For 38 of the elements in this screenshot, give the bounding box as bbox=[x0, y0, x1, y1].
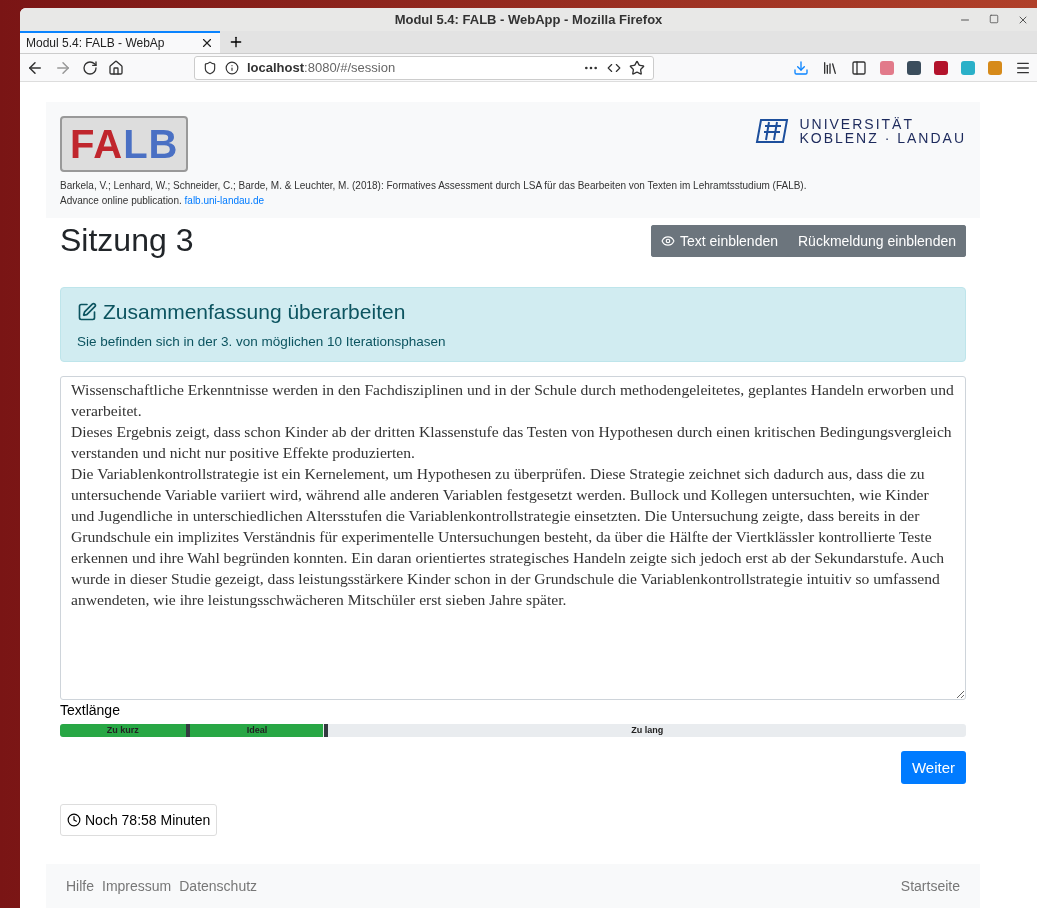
edit-icon bbox=[77, 302, 97, 322]
summary-field[interactable]: Wissenschaftliche Erkenntnisse werden in den Fachdisziplinen und in der Schule durch methodengeleitetes, geplantes Handeln erworben und verarbeitet. Dieses Ergebnis zeigt, dass schon Kinder ab der dritten Klassenstufe das Testen von Hypothesen durch einen kritischen Bedingungsvergleich verstanden und nicht nur positive Effekte produzierten. Die Variablenkontrollstrategie ist ein Kernelement, um Hypothesen zu überprüfen. Diese Strategie zeichnet sich dadurch aus, dass die zu untersuchende Variable variiert wird, während alle anderen Variablen festgesetzt werden. Bullock und Kollegen untersuchten, wie Kinder und Jugendliche in unterschiedlichen Altersstufen die Variablenkontrollstrategie einsetzten. Die Untersuchung zeigte, dass bereits in der Grundschule ein implizites Verständnis für experimentelle Untersuchungen besteht, da über die Hälfte der Viertklässler kontrollierte Teste erkennen und ihre Wahl begründen konnten. Ein daran orientiertes strategisches Handeln zeigte sich jedoch erst ab der Sekundarstufe. Auch wurde in dieser Studie gezeigt, dass leistungsstärkere Kinder schon in der Grundschule die Variablenkontrollstrategie intuitiv so umfassend anwendeten, wie ihre leistungsschwächeren Mitschüler erst sieben Jahre später. bbox=[60, 376, 966, 700]
footer-link[interactable]: Datenschutz bbox=[179, 878, 258, 894]
home-icon[interactable] bbox=[108, 59, 124, 76]
eye-icon bbox=[660, 233, 675, 248]
falb-logo: FALB bbox=[60, 116, 189, 172]
task-subtitle: Sie befinden sich in der 3. von möglichen 10 Iterationsphasen bbox=[77, 334, 447, 349]
length-segment-label: Ideal bbox=[189, 724, 329, 737]
length-segment-label: Zu lang bbox=[630, 724, 665, 737]
citation-text: Barkela, V.; Lenhard, W.; Schneider, C.; Barde, M. & Leuchter, M. (2018): Formatives Assessment durch LSA für das Bearbeiten von Texten im Lehramtsstudium (FALB). bbox=[60, 179, 808, 193]
citation-text: Advance online publication. bbox=[60, 195, 182, 206]
university-name: UNIVERSITÄT bbox=[799, 117, 915, 131]
browser-tab[interactable]: Modul 5.4: FALB - WebAp bbox=[20, 31, 220, 53]
page-title: Sitzung 3 bbox=[60, 222, 194, 259]
length-label: Textlänge bbox=[60, 702, 121, 718]
info-icon[interactable] bbox=[225, 60, 239, 75]
extension-icon[interactable] bbox=[907, 60, 921, 75]
next-button[interactable]: Weiter bbox=[900, 751, 966, 784]
footer-link[interactable]: Startseite bbox=[900, 878, 960, 894]
clock-icon bbox=[67, 813, 81, 827]
extension-icon[interactable] bbox=[934, 60, 948, 75]
close-icon[interactable] bbox=[1017, 14, 1029, 26]
university-name: KOBLENZ · LANDAU bbox=[799, 131, 966, 145]
address-field[interactable]: localhost:8080/#/session bbox=[194, 55, 654, 80]
timer-text: Noch 78:58 Minuten bbox=[85, 812, 211, 828]
library-icon[interactable] bbox=[822, 59, 838, 76]
reload-icon[interactable] bbox=[82, 59, 98, 76]
footer-link[interactable]: Impressum bbox=[102, 878, 172, 894]
download-icon[interactable] bbox=[793, 59, 809, 76]
footer-link[interactable]: Hilfe bbox=[66, 878, 94, 894]
task-title: Zusammenfassung überarbeiten bbox=[103, 300, 406, 324]
maximize-icon[interactable] bbox=[989, 14, 999, 24]
website-link[interactable]: falb.uni-landau.de bbox=[184, 195, 265, 206]
shield-icon[interactable] bbox=[203, 60, 217, 75]
bookmark-star-icon[interactable] bbox=[629, 59, 645, 76]
window-title: Modul 5.4: FALB - WebApp - Mozilla Firefox bbox=[20, 8, 1037, 32]
length-segment-label: Zu kurz bbox=[60, 724, 190, 737]
sidebar-icon[interactable] bbox=[851, 59, 867, 76]
